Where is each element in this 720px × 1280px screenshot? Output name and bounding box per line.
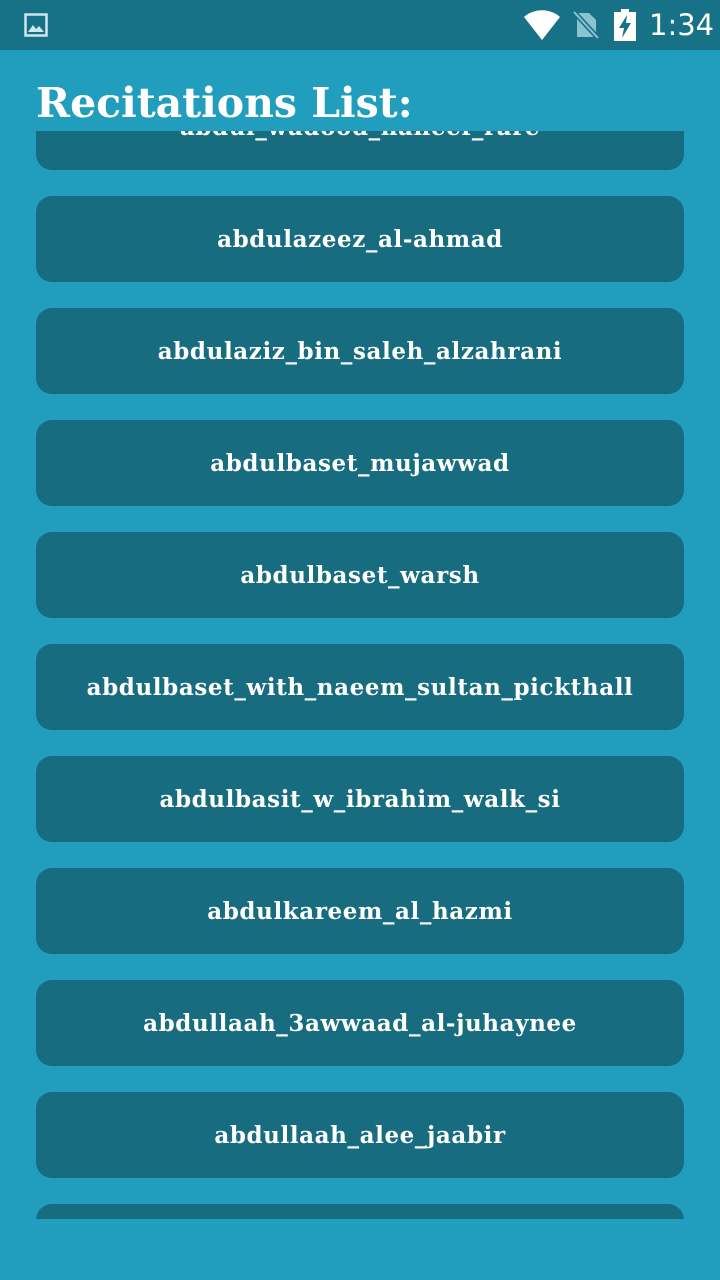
recitation-item[interactable]: abdullaah_3awwaad_al-juhaynee bbox=[36, 980, 684, 1066]
recitation-item[interactable]: abdullaah_alee_jaabir bbox=[36, 1092, 684, 1178]
status-bar: 1:34 bbox=[0, 0, 720, 50]
recitations-list: abdul_wadood_haneef_rare abdulazeez_al-a… bbox=[36, 131, 684, 1219]
recitation-item[interactable]: abdulbaset_warsh bbox=[36, 532, 684, 618]
status-clock: 1:34 bbox=[649, 8, 715, 42]
recitation-item[interactable]: abdul_wadood_haneef_rare bbox=[36, 131, 684, 170]
page-title: Recitations List: bbox=[36, 79, 413, 127]
recitation-item[interactable]: abdulbasit_w_ibrahim_walk_si bbox=[36, 756, 684, 842]
gallery-icon bbox=[24, 13, 48, 37]
recitation-item[interactable]: abdulbaset_with_naeem_sultan_pickthall bbox=[36, 644, 684, 730]
recitation-item[interactable]: abdulkareem_al_hazmi bbox=[36, 868, 684, 954]
no-sim-icon bbox=[572, 10, 600, 40]
recitation-item[interactable]: abdulazeez_al-ahmad bbox=[36, 196, 684, 282]
recitation-item[interactable] bbox=[36, 1204, 684, 1219]
battery-charging-icon bbox=[614, 9, 636, 41]
recitations-list-viewport[interactable]: abdul_wadood_haneef_rare abdulazeez_al-a… bbox=[0, 131, 720, 1219]
recitation-item[interactable]: abdulbaset_mujawwad bbox=[36, 420, 684, 506]
wifi-icon bbox=[524, 10, 560, 40]
recitation-item[interactable]: abdulaziz_bin_saleh_alzahrani bbox=[36, 308, 684, 394]
